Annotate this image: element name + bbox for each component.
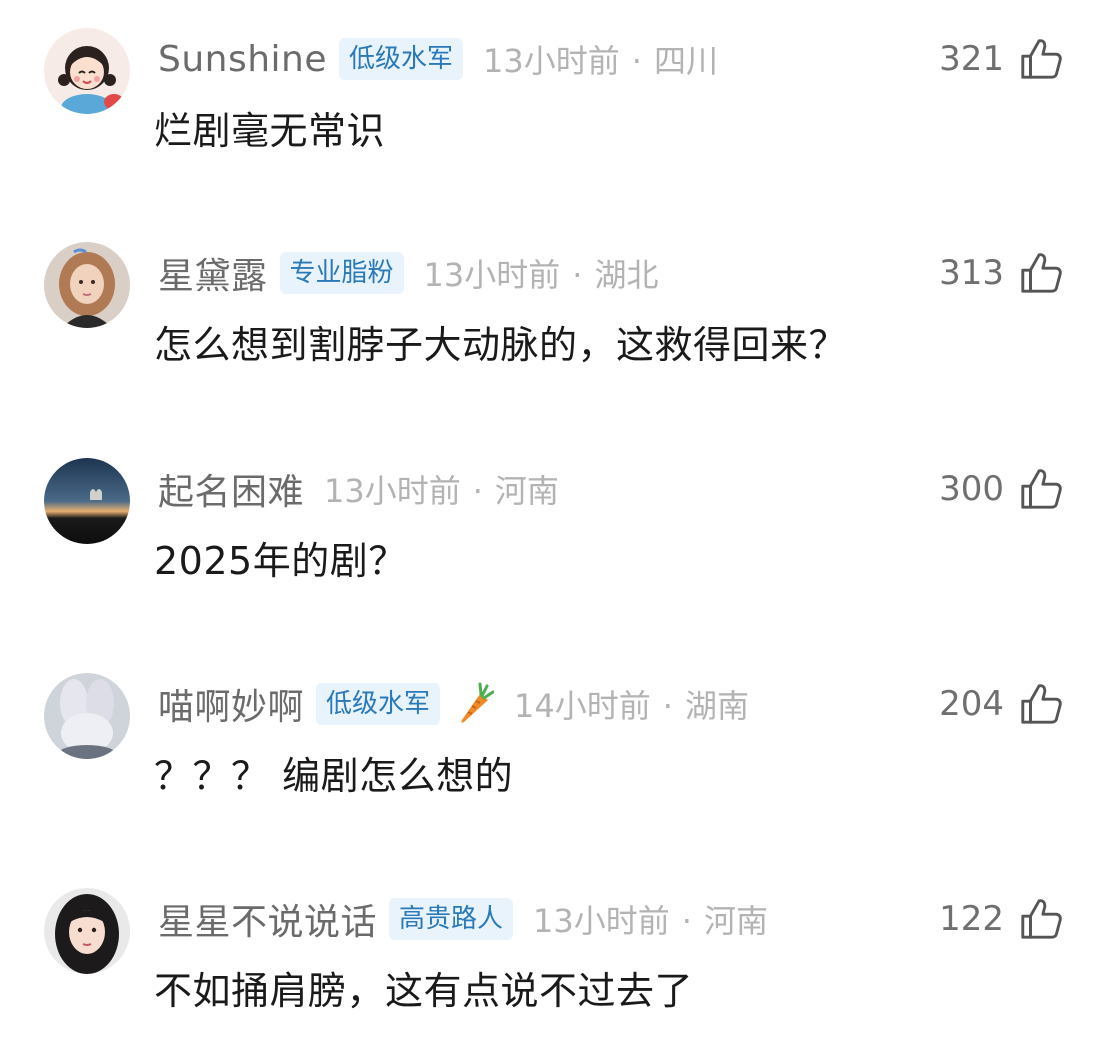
- like-count: 122: [939, 899, 1004, 939]
- comment-item: 星星不说说话 高贵路人 13小时前 · 河南 122 不如捅肩膀，这有点说不过去了: [0, 860, 1108, 1060]
- portrait-girl-avatar: [44, 888, 130, 974]
- user-badge[interactable]: 专业脂粉: [279, 252, 404, 294]
- like-button[interactable]: 300: [939, 464, 1064, 514]
- comment-meta: Sunshine 低级水军 13小时前 · 四川: [158, 36, 718, 82]
- time-location: 13小时前 · 河南: [533, 896, 768, 942]
- time-location: 13小时前 · 河南: [324, 466, 559, 512]
- comment-meta: 星星不说说话 高贵路人 13小时前 · 河南: [158, 893, 768, 945]
- comment-time: 14小时前: [514, 687, 651, 725]
- carrot-icon: [461, 682, 495, 723]
- comment-text: 烂剧毫无常识: [154, 109, 386, 153]
- cartoon-girl-avatar: [44, 28, 130, 114]
- user-avatar[interactable]: [44, 28, 130, 114]
- comment-text: 2025年的剧？: [154, 539, 407, 583]
- time-location: 14小时前 · 湖南: [514, 681, 749, 727]
- plush-bunny-avatar: [44, 673, 130, 759]
- like-button[interactable]: 204: [939, 679, 1064, 729]
- username[interactable]: Sunshine: [158, 39, 327, 80]
- user-avatar[interactable]: [44, 888, 130, 974]
- user-badge[interactable]: 高贵路人: [389, 898, 514, 940]
- like-button[interactable]: 313: [939, 248, 1064, 298]
- comment-item: 喵啊妙啊 低级水军 14小时前 · 湖南 204 ？？？ 编剧怎么想的: [0, 645, 1108, 845]
- comment-text: 怎么想到割脖子大动脉的，这救得回来？: [154, 323, 848, 367]
- sunset-sky-avatar: [44, 458, 130, 544]
- comment-location: 河南: [494, 472, 559, 510]
- comment-item: 起名困难 13小时前 · 河南 300 2025年的剧？: [0, 430, 1108, 630]
- comment-location: 四川: [653, 42, 718, 80]
- username[interactable]: 起名困难: [158, 463, 304, 515]
- user-badge[interactable]: 低级水军: [339, 38, 464, 80]
- separator-dot: ·: [662, 687, 673, 725]
- like-button[interactable]: 122: [939, 894, 1064, 944]
- separator-dot: ·: [681, 902, 692, 940]
- comment-location: 湖南: [684, 687, 749, 725]
- username[interactable]: 星星不说说话: [158, 893, 377, 945]
- comment-meta: 喵啊妙啊 低级水军 14小时前 · 湖南: [158, 678, 749, 730]
- comment-time: 13小时前: [324, 472, 461, 510]
- user-badge[interactable]: 低级水军: [316, 683, 441, 725]
- separator-dot: ·: [472, 472, 483, 510]
- time-location: 13小时前 · 湖北: [424, 250, 659, 296]
- comment-location: 河南: [703, 902, 768, 940]
- username[interactable]: 喵啊妙啊: [158, 678, 304, 730]
- time-location: 13小时前 · 四川: [483, 36, 718, 82]
- separator-dot: ·: [631, 42, 642, 80]
- like-count: 300: [939, 469, 1004, 509]
- thumbs-up-icon[interactable]: [1018, 681, 1064, 727]
- username[interactable]: 星黛露: [158, 247, 268, 299]
- comment-meta: 星黛露 专业脂粉 13小时前 · 湖北: [158, 247, 659, 299]
- comment-time: 13小时前: [483, 42, 620, 80]
- thumbs-up-icon[interactable]: [1018, 250, 1064, 296]
- thumbs-up-icon[interactable]: [1018, 466, 1064, 512]
- comment-item: Sunshine 低级水军 13小时前 · 四川 321 烂剧毫无常识: [0, 0, 1108, 200]
- comment-time: 13小时前: [423, 256, 561, 294]
- like-count: 204: [939, 684, 1004, 724]
- separator-dot: ·: [572, 256, 583, 294]
- user-avatar[interactable]: [44, 242, 130, 328]
- user-avatar[interactable]: [44, 458, 130, 544]
- thumbs-up-icon[interactable]: [1018, 36, 1064, 82]
- comment-meta: 起名困难 13小时前 · 河南: [158, 463, 559, 515]
- like-count: 321: [939, 39, 1004, 79]
- like-count: 313: [939, 253, 1004, 293]
- like-button[interactable]: 321: [939, 34, 1064, 84]
- comment-time: 13小时前: [533, 902, 670, 940]
- comment-text: ？？？ 编剧怎么想的: [154, 754, 514, 798]
- user-avatar[interactable]: [44, 673, 130, 759]
- comment-text: 不如捅肩膀，这有点说不过去了: [154, 969, 694, 1013]
- comment-location: 湖北: [594, 256, 659, 294]
- thumbs-up-icon[interactable]: [1018, 896, 1064, 942]
- comment-item: 星黛露 专业脂粉 13小时前 · 湖北 313 怎么想到割脖子大动脉的，这救得回来？: [0, 214, 1108, 414]
- woman-photo-avatar: [44, 242, 130, 328]
